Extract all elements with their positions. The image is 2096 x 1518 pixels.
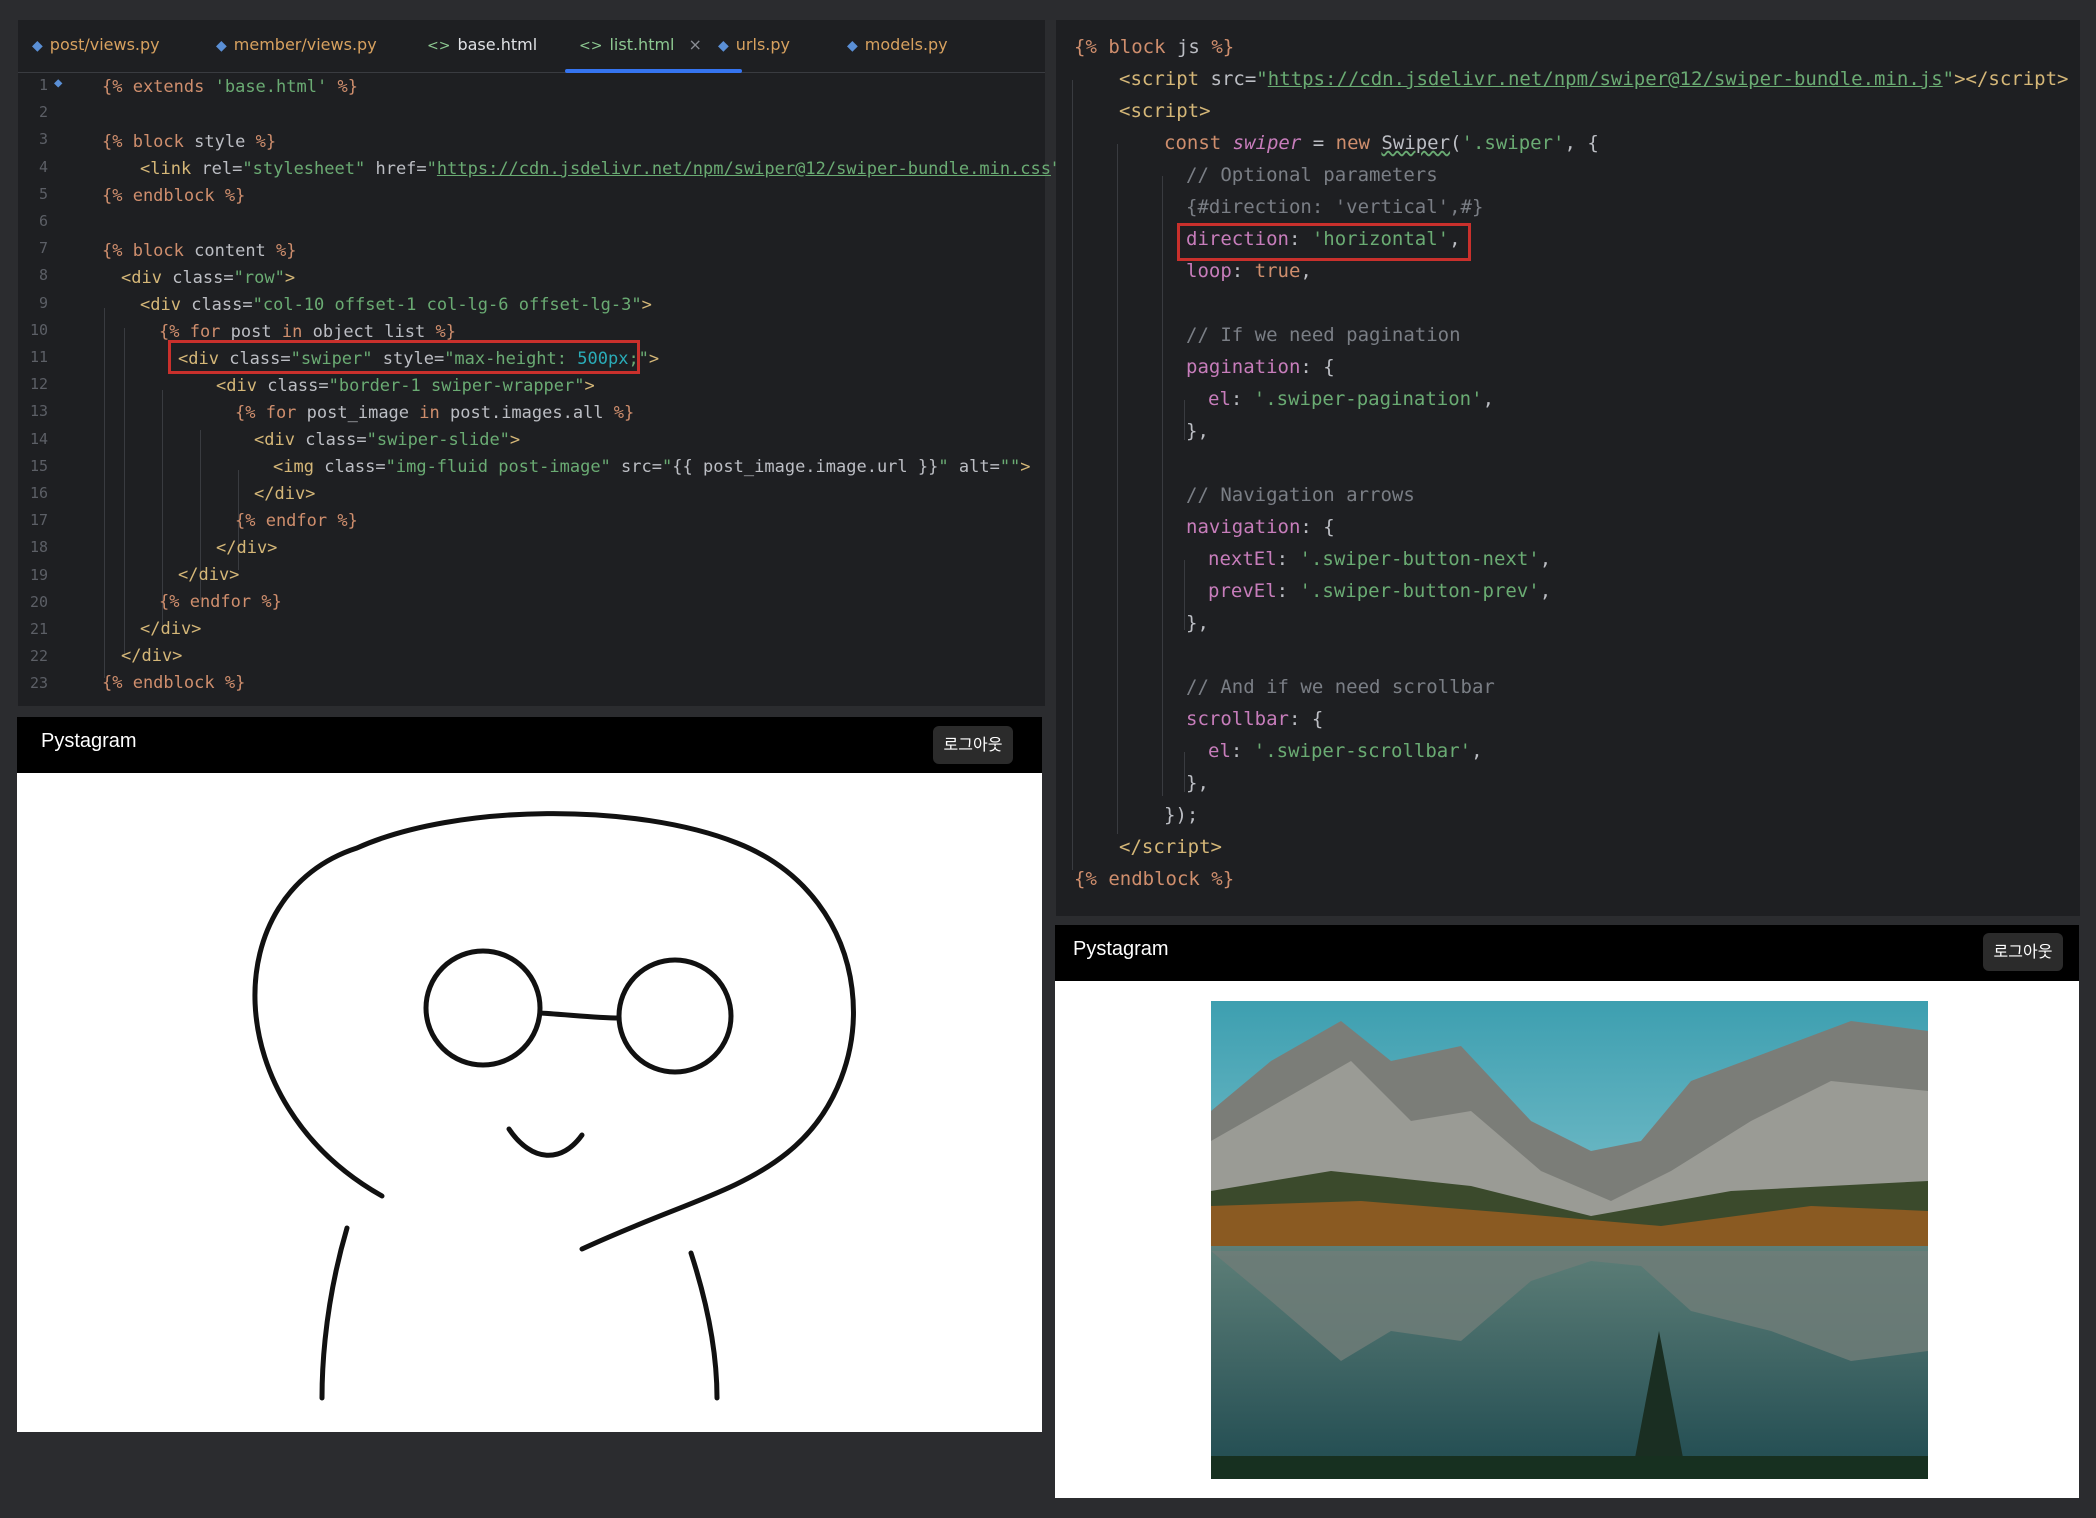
tab-member-views[interactable]: ◆ member/views.py [216,20,377,72]
python-file-icon: ◆ [718,38,729,54]
logout-button[interactable]: 로그아웃 [1983,933,2063,971]
line-number: 16 [29,484,48,502]
line-number: 23 [29,674,48,693]
left-editor: ◆ post/views.py ◆ member/views.py <> base.h… [18,20,1082,706]
line-number: 2 [38,103,48,122]
line-number: 14 [29,429,48,448]
line-number: 12 [29,375,48,394]
post-image-mountain-lake [1211,1001,1928,1479]
line-number: 4 [38,157,48,176]
close-tab-icon[interactable]: × [689,35,702,54]
line-number: 17 [29,511,48,530]
editor-tab-bar: ◆ post/views.py ◆ member/views.py <> base.h… [18,20,1045,73]
tab-models[interactable]: ◆ models.py [847,20,948,72]
html-file-icon: <> [427,38,451,54]
line-number: 9 [38,293,48,312]
line-number: 5 [38,184,48,203]
line-number: 1 [38,76,48,94]
tab-urls[interactable]: ◆ urls.py [718,20,790,72]
line-number: 22 [29,647,48,666]
line-number: 8 [38,266,48,285]
python-file-icon: ◆ [216,38,227,54]
python-gutter-icon: ◆ [54,75,63,91]
right-editor: {% block js %} <script src="https://cdn.… [1056,20,2080,916]
html-file-icon: <> [579,38,603,54]
tab-base-html[interactable]: <> base.html [427,20,537,72]
python-file-icon: ◆ [847,38,858,54]
left-preview-window: Pystagram 로그아웃 [17,717,1042,1432]
line-number: 7 [38,239,48,258]
right-preview-window: Pystagram 로그아웃 [1055,925,2079,1498]
navbar: Pystagram 로그아웃 [17,717,1042,773]
brand-link[interactable]: Pystagram [41,730,137,753]
line-number: 10 [29,320,48,339]
line-number: 3 [38,130,48,149]
tab-list-html[interactable]: <> list.html × [565,20,742,73]
line-number: 15 [29,456,48,475]
navbar: Pystagram 로그아웃 [1055,925,2079,981]
brand-link[interactable]: Pystagram [1073,938,1169,961]
line-number: 18 [29,538,48,557]
post-image-cartoon [252,811,856,1401]
logout-button[interactable]: 로그아웃 [933,726,1013,764]
highlight-box-direction [1177,223,1471,261]
line-number: 6 [38,212,48,230]
code-js-block[interactable]: {% block js %} <script src="https://cdn.… [1074,34,2069,890]
tab-post-views[interactable]: ◆ post/views.py [32,20,160,72]
code-list-html[interactable]: {% extends 'base.html' %} {% block style… [102,72,1082,693]
line-number: 20 [29,592,48,611]
line-number: 21 [29,620,48,638]
line-number: 19 [29,565,48,584]
python-file-icon: ◆ [32,38,43,54]
highlight-box-swiper-div [168,340,640,374]
line-number: 11 [29,348,48,366]
line-number: 13 [29,402,48,421]
